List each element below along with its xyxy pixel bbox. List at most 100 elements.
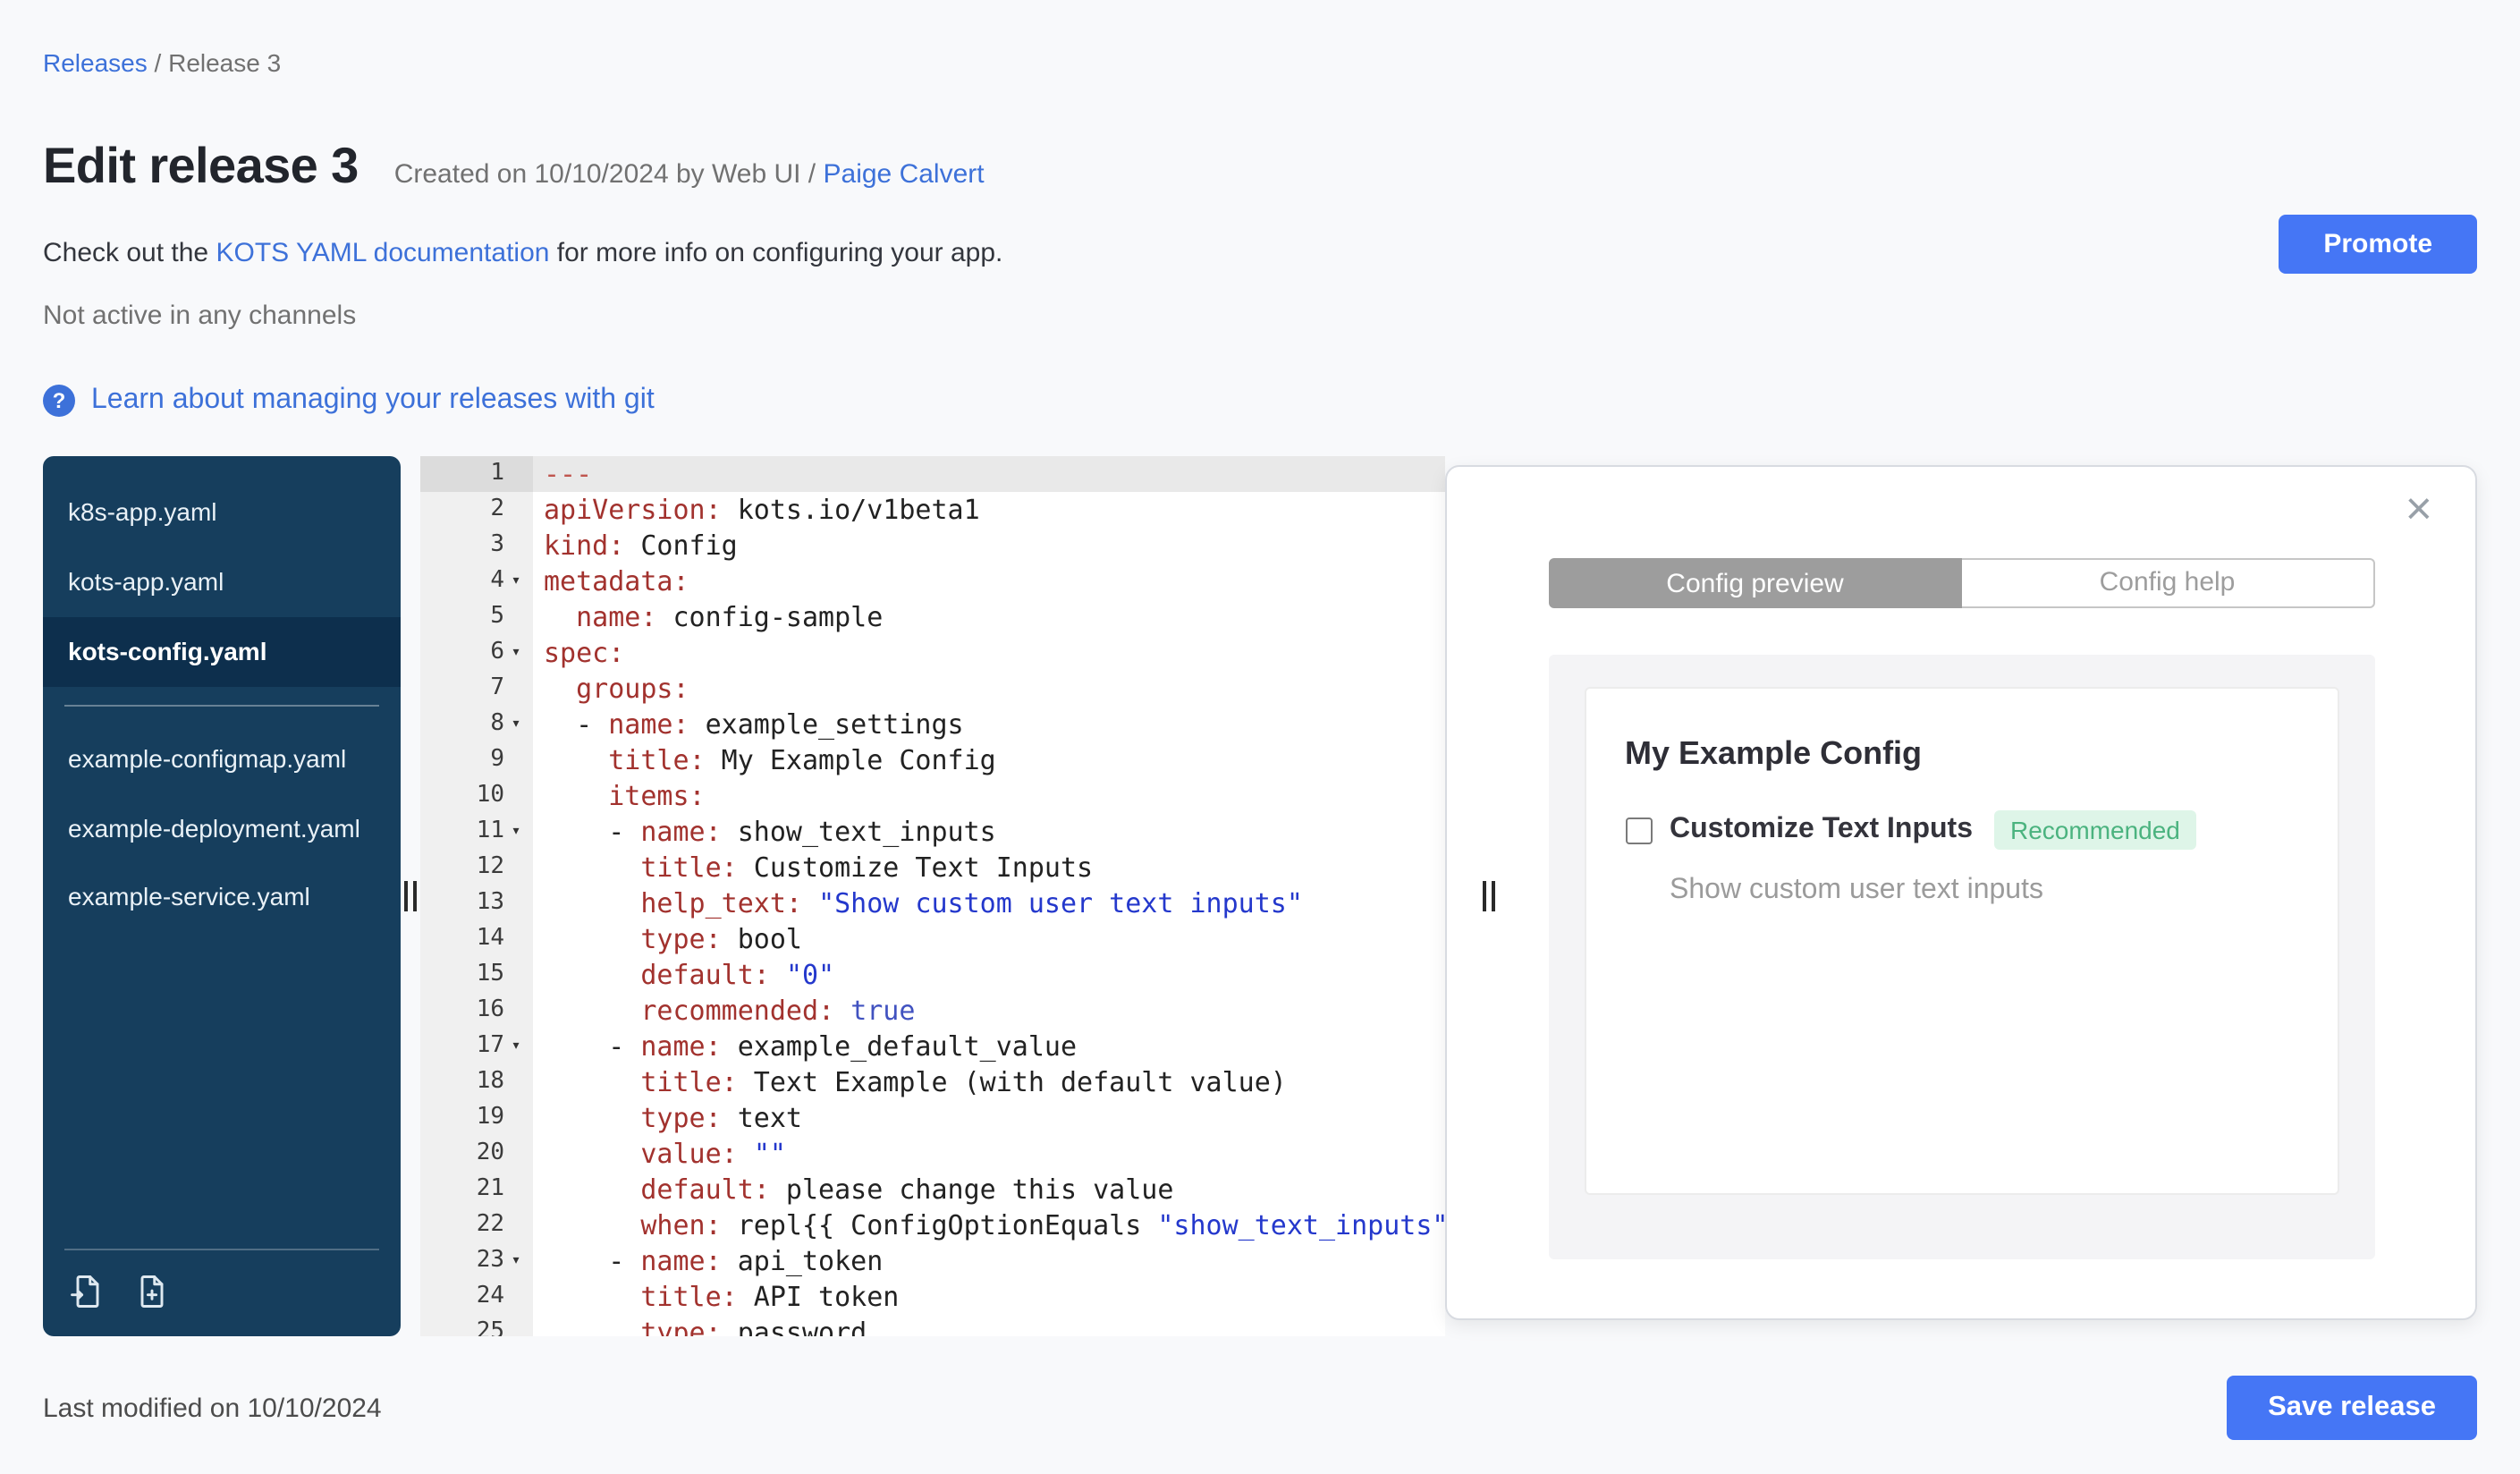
- kots-yaml-docs-link[interactable]: KOTS YAML documentation: [216, 238, 549, 268]
- code-line-14[interactable]: 14 type: bool: [420, 921, 1445, 957]
- created-info: Created on 10/10/2024 by Web UI / Paige …: [394, 159, 985, 190]
- code-line-13[interactable]: 13 help_text: "Show custom user text inp…: [420, 885, 1445, 921]
- code-text: spec:: [544, 637, 625, 669]
- new-file-icon[interactable]: [132, 1272, 172, 1311]
- code-line-20[interactable]: 20 value: "": [420, 1136, 1445, 1172]
- git-help-row: ? Learn about managing your releases wit…: [43, 385, 2477, 417]
- gutter-cell: 7: [420, 671, 533, 707]
- gutter-cell: 8 ▾: [420, 707, 533, 742]
- fold-arrow-icon[interactable]: ▾: [504, 707, 528, 742]
- tab-config-help[interactable]: Config help: [1962, 558, 2374, 608]
- code-line-4[interactable]: 4 ▾ metadata:: [420, 563, 1445, 599]
- code-text: title: My Example Config: [608, 744, 996, 776]
- code-line-17[interactable]: 17 ▾ - name: example_default_value: [420, 1029, 1445, 1064]
- fold-arrow-icon[interactable]: ▾: [504, 635, 528, 671]
- code-line-2[interactable]: 2 apiVersion: kots.io/v1beta1: [420, 492, 1445, 528]
- code-line-7[interactable]: 7 groups:: [420, 671, 1445, 707]
- gutter-cell: 11 ▾: [420, 814, 533, 850]
- line-number: 15: [476, 961, 504, 987]
- file-item-example-configmap.yaml[interactable]: example-configmap.yaml: [43, 724, 401, 793]
- gutter-cell: 3: [420, 528, 533, 563]
- close-icon[interactable]: ×: [2406, 485, 2432, 531]
- file-item-example-service.yaml[interactable]: example-service.yaml: [43, 863, 401, 933]
- line-number: 17: [476, 1032, 504, 1059]
- channel-status: Not active in any channels: [43, 301, 357, 331]
- code-line-18[interactable]: 18 title: Text Example (with default val…: [420, 1064, 1445, 1100]
- code-line-5[interactable]: 5 name: config-sample: [420, 599, 1445, 635]
- line-number: 11: [476, 817, 504, 844]
- tab-config-preview[interactable]: Config preview: [1548, 558, 1962, 608]
- config-card: My Example Config Customize Text Inputs …: [1584, 687, 2338, 1195]
- breadcrumb-current: Release 3: [168, 48, 282, 77]
- gutter-cell: 12: [420, 850, 533, 885]
- line-number: 21: [476, 1175, 504, 1202]
- title-row: Edit release 3 Created on 10/10/2024 by …: [43, 138, 2477, 195]
- gutter-cell: 1: [420, 456, 533, 492]
- customize-text-inputs-checkbox[interactable]: [1625, 817, 1652, 843]
- file-item-kots-app.yaml[interactable]: kots-app.yaml: [43, 547, 401, 617]
- code-text: type: password: [640, 1317, 867, 1336]
- code-line-1[interactable]: 1 ---: [420, 456, 1445, 492]
- line-number: 3: [490, 531, 504, 558]
- footer-row: Last modified on 10/10/2024 Save release: [43, 1376, 2477, 1440]
- code-line-22[interactable]: 22 when: repl{{ ConfigOptionEquals "show…: [420, 1207, 1445, 1243]
- config-group-title: My Example Config: [1625, 735, 1923, 771]
- code-line-8[interactable]: 8 ▾ - name: example_settings: [420, 707, 1445, 742]
- code-line-16[interactable]: 16 recommended: true: [420, 993, 1445, 1029]
- yaml-code-editor[interactable]: 1 --- 2 apiVersion: kots.io/v1beta1 3 kind: C…: [420, 456, 1445, 1336]
- author-link[interactable]: Paige Calvert: [824, 159, 985, 190]
- gutter-cell: 20: [420, 1136, 533, 1172]
- line-number: 24: [476, 1283, 504, 1309]
- code-text: items:: [608, 780, 706, 812]
- file-list: k8s-app.yaml kots-app.yaml kots-config.yam…: [43, 456, 401, 933]
- preview-tabs: Config preview Config help: [1548, 558, 2374, 608]
- fold-arrow-icon[interactable]: ▾: [504, 814, 528, 850]
- created-text: Created on 10/10/2024 by Web UI /: [393, 159, 824, 190]
- line-number: 20: [476, 1139, 504, 1166]
- git-releases-link[interactable]: Learn about managing your releases with …: [91, 385, 655, 417]
- code-line-12[interactable]: 12 title: Customize Text Inputs: [420, 850, 1445, 885]
- line-number: 10: [476, 782, 504, 809]
- filetree-resize-handle[interactable]: [404, 881, 417, 911]
- edit-release-page: Releases / Release 3 Edit release 3 Crea…: [0, 0, 2520, 1474]
- line-number: 6: [490, 639, 504, 665]
- code-line-24[interactable]: 24 title: API token: [420, 1279, 1445, 1315]
- file-tree: k8s-app.yaml kots-app.yaml kots-config.yam…: [43, 456, 401, 1336]
- doc-line: Check out the KOTS YAML documentation fo…: [43, 238, 2477, 268]
- line-number: 23: [476, 1247, 504, 1274]
- code-line-11[interactable]: 11 ▾ - name: show_text_inputs: [420, 814, 1445, 850]
- breadcrumb-releases-link[interactable]: Releases: [43, 48, 148, 77]
- file-item-k8s-app.yaml[interactable]: k8s-app.yaml: [43, 478, 401, 547]
- gutter-cell: 25: [420, 1315, 533, 1336]
- fold-arrow-icon[interactable]: ▾: [504, 1029, 528, 1064]
- code-text: type: bool: [640, 923, 802, 955]
- code-line-6[interactable]: 6 ▾ spec:: [420, 635, 1445, 671]
- preview-resize-handle[interactable]: [1483, 881, 1495, 911]
- promote-button[interactable]: Promote: [2279, 215, 2477, 274]
- fold-arrow-icon[interactable]: ▾: [504, 563, 528, 599]
- config-item-help: Show custom user text inputs: [1670, 875, 2043, 905]
- line-number: 22: [476, 1211, 504, 1238]
- code-text: when: repl{{ ConfigOptionEquals "show_te…: [640, 1209, 1445, 1241]
- file-item-example-deployment.yaml[interactable]: example-deployment.yaml: [43, 793, 401, 863]
- config-item-title: Customize Text Inputs: [1670, 814, 1973, 844]
- breadcrumb-separator: /: [154, 48, 162, 77]
- save-release-button[interactable]: Save release: [2227, 1376, 2477, 1440]
- upload-file-icon[interactable]: [68, 1272, 107, 1311]
- line-number: 8: [490, 710, 504, 737]
- code-line-3[interactable]: 3 kind: Config: [420, 528, 1445, 563]
- code-line-21[interactable]: 21 default: please change this value: [420, 1172, 1445, 1207]
- gutter-cell: 2: [420, 492, 533, 528]
- fold-arrow-icon[interactable]: ▾: [504, 1243, 528, 1279]
- file-item-kots-config.yaml[interactable]: kots-config.yaml: [43, 616, 401, 687]
- code-line-9[interactable]: 9 title: My Example Config: [420, 742, 1445, 778]
- code-line-19[interactable]: 19 type: text: [420, 1100, 1445, 1136]
- gutter-cell: 23 ▾: [420, 1243, 533, 1279]
- code-line-15[interactable]: 15 default: "0": [420, 957, 1445, 993]
- code-line-10[interactable]: 10 items:: [420, 778, 1445, 814]
- code-line-23[interactable]: 23 ▾ - name: api_token: [420, 1243, 1445, 1279]
- code-line-25[interactable]: 25 type: password: [420, 1315, 1445, 1336]
- line-number: 5: [490, 603, 504, 630]
- line-number: 9: [490, 746, 504, 773]
- preview-body: My Example Config Customize Text Inputs …: [1548, 655, 2374, 1259]
